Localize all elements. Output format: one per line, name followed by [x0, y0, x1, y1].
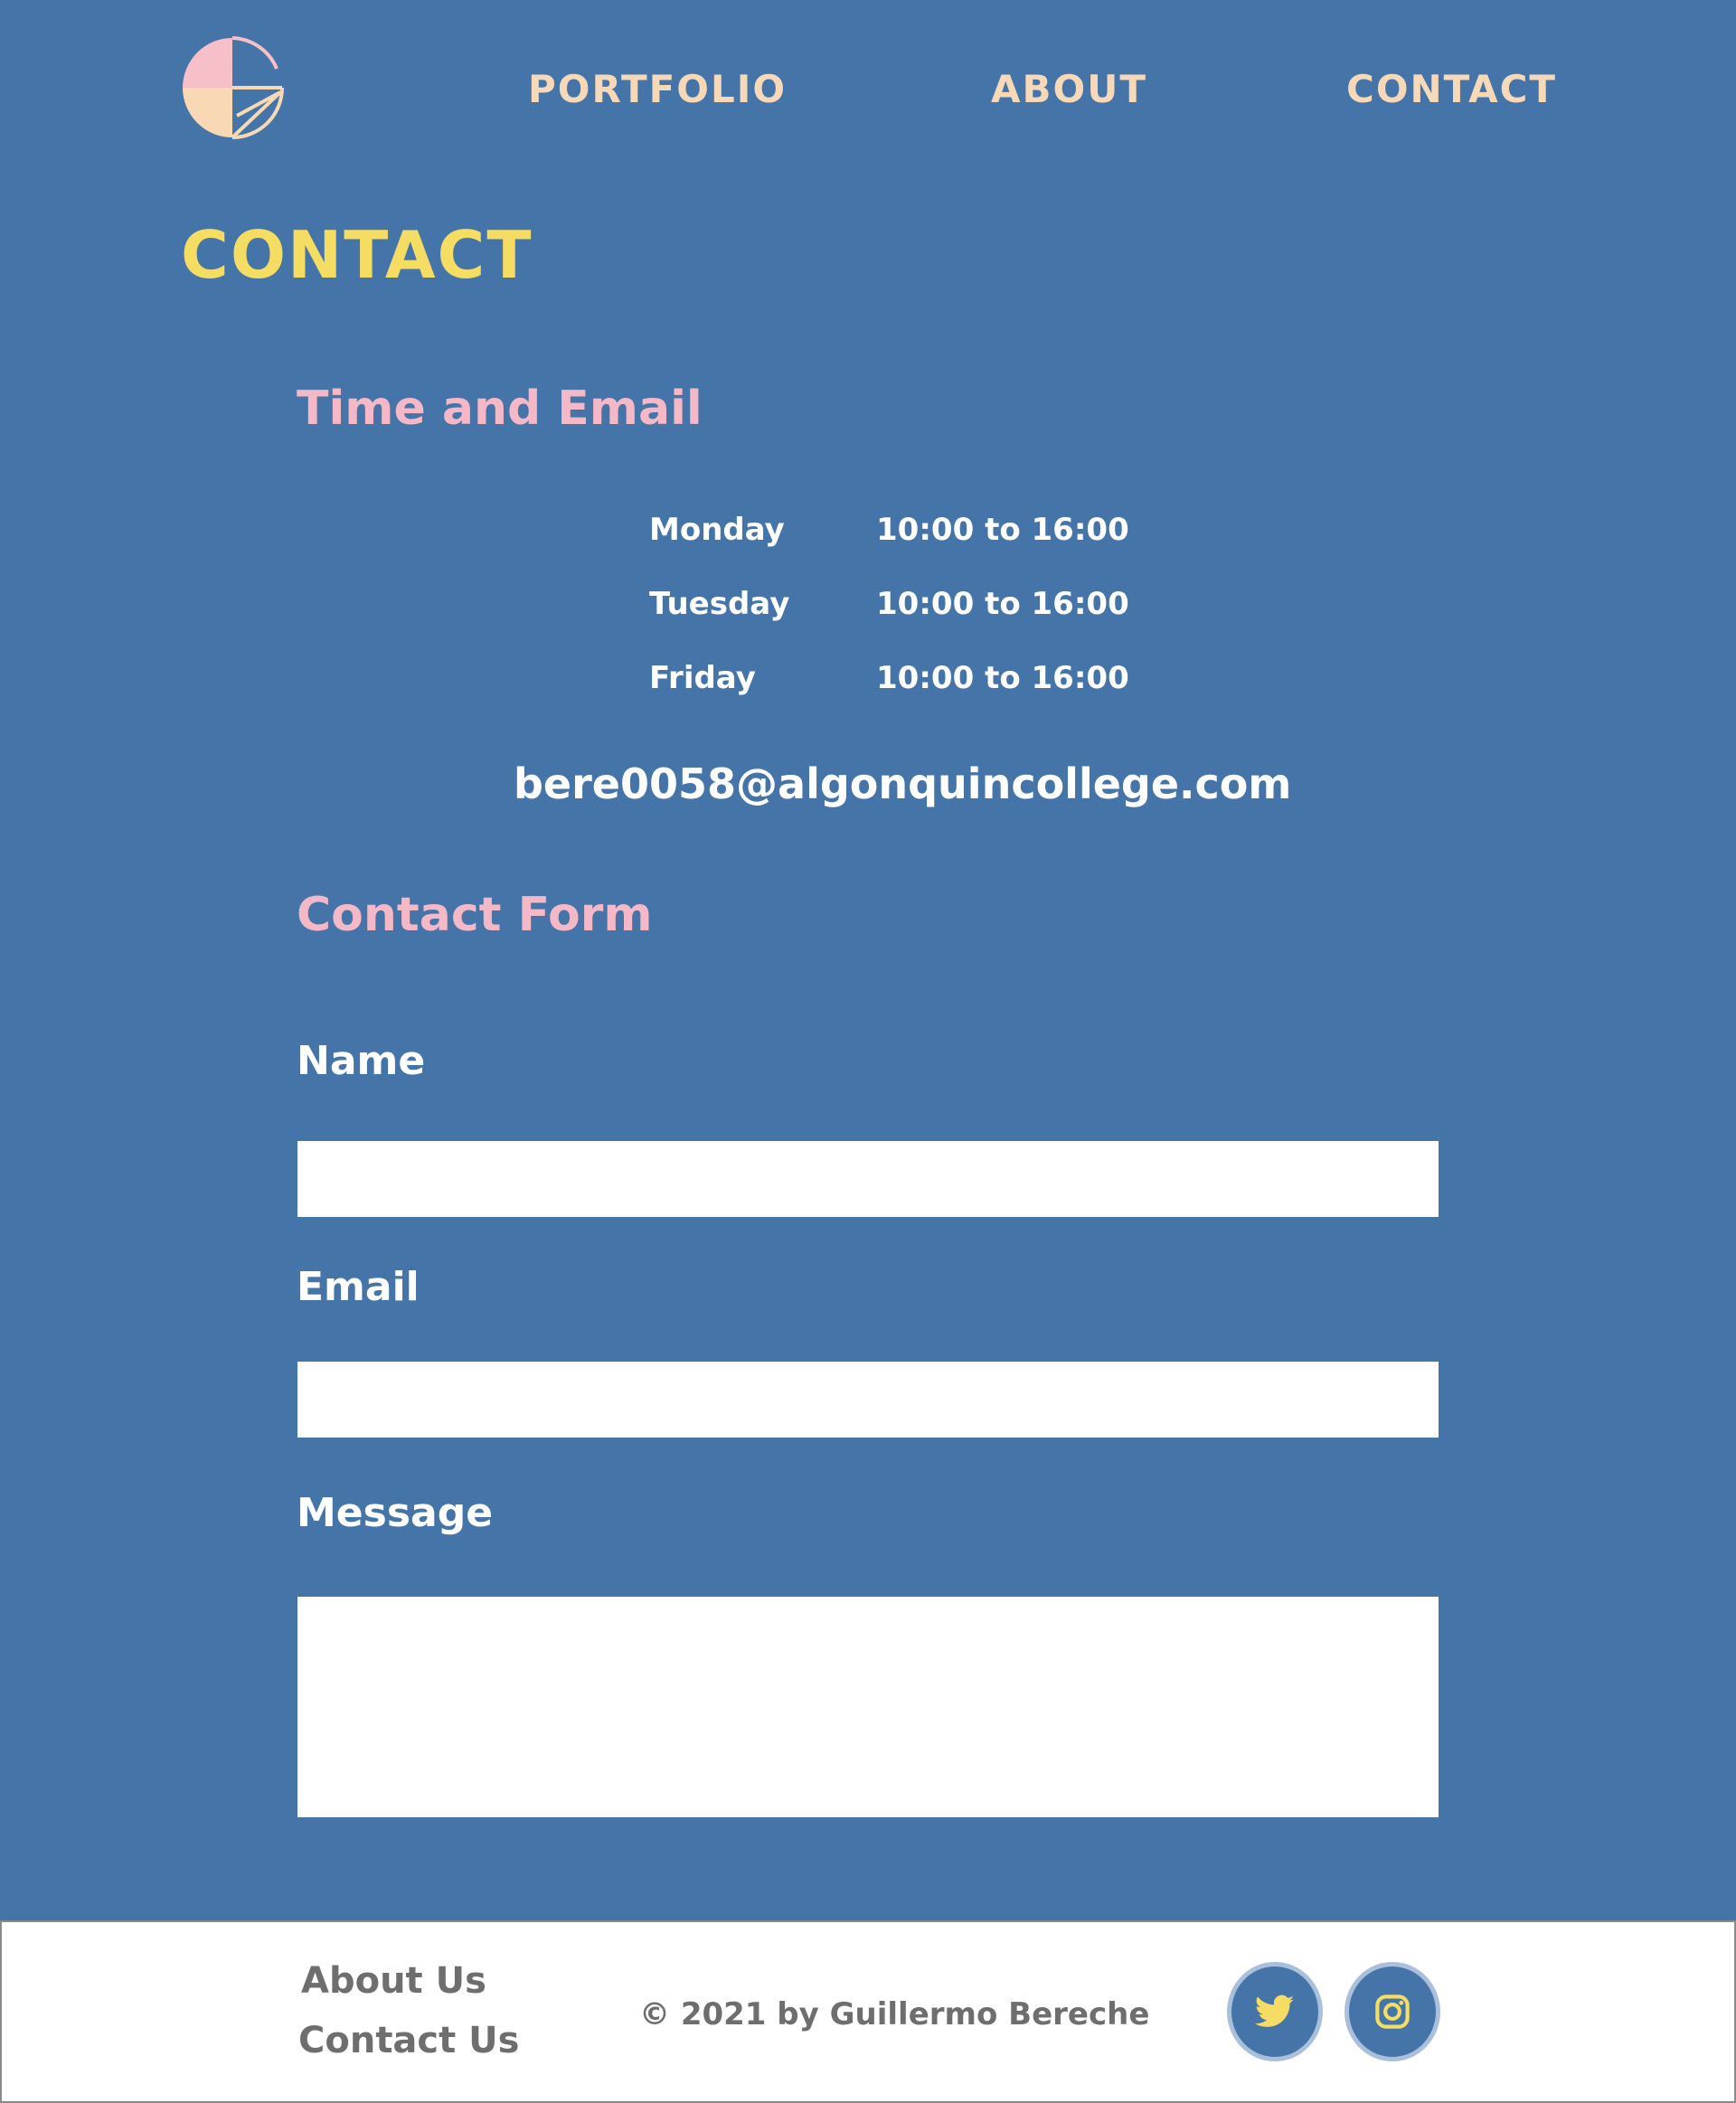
- nav-link-portfolio[interactable]: PORTFOLIO: [528, 67, 787, 111]
- message-label: Message: [297, 1490, 494, 1536]
- email-input[interactable]: [297, 1362, 1439, 1438]
- contact-form-heading: Contact Form: [297, 888, 653, 942]
- instagram-button[interactable]: [1344, 1962, 1440, 2061]
- message-textarea[interactable]: [297, 1597, 1439, 1817]
- instagram-icon: [1375, 1995, 1410, 2029]
- footer: About Us Contact Us © 2021 by Guillermo …: [0, 1920, 1736, 2103]
- main-section: PORTFOLIO ABOUT CONTACT CONTACT Time and…: [0, 0, 1736, 1920]
- hours-time: 10:00 to 16:00: [876, 660, 1129, 696]
- nav-link-contact[interactable]: CONTACT: [1346, 67, 1557, 111]
- page-title: CONTACT: [181, 217, 533, 293]
- twitter-icon: [1255, 1995, 1295, 2027]
- contact-email[interactable]: bere0058@algonquincollege.com: [514, 759, 1291, 808]
- copyright-text: © 2021 by Guillermo Bereche: [639, 1996, 1150, 2032]
- hours-time: 10:00 to 16:00: [876, 586, 1129, 622]
- logo-icon[interactable]: [181, 36, 284, 141]
- hours-day: Monday: [649, 512, 785, 548]
- time-and-email-heading: Time and Email: [297, 382, 703, 436]
- email-label: Email: [297, 1264, 420, 1310]
- nav-link-about[interactable]: ABOUT: [991, 67, 1147, 111]
- hours-time: 10:00 to 16:00: [876, 512, 1129, 548]
- hours-day: Friday: [649, 660, 756, 696]
- footer-about-link[interactable]: About Us: [301, 1960, 486, 2002]
- name-label: Name: [297, 1038, 426, 1084]
- name-input[interactable]: [297, 1141, 1439, 1217]
- hours-day: Tuesday: [649, 586, 790, 622]
- twitter-button[interactable]: [1227, 1962, 1323, 2061]
- footer-contact-link[interactable]: Contact Us: [298, 2020, 519, 2061]
